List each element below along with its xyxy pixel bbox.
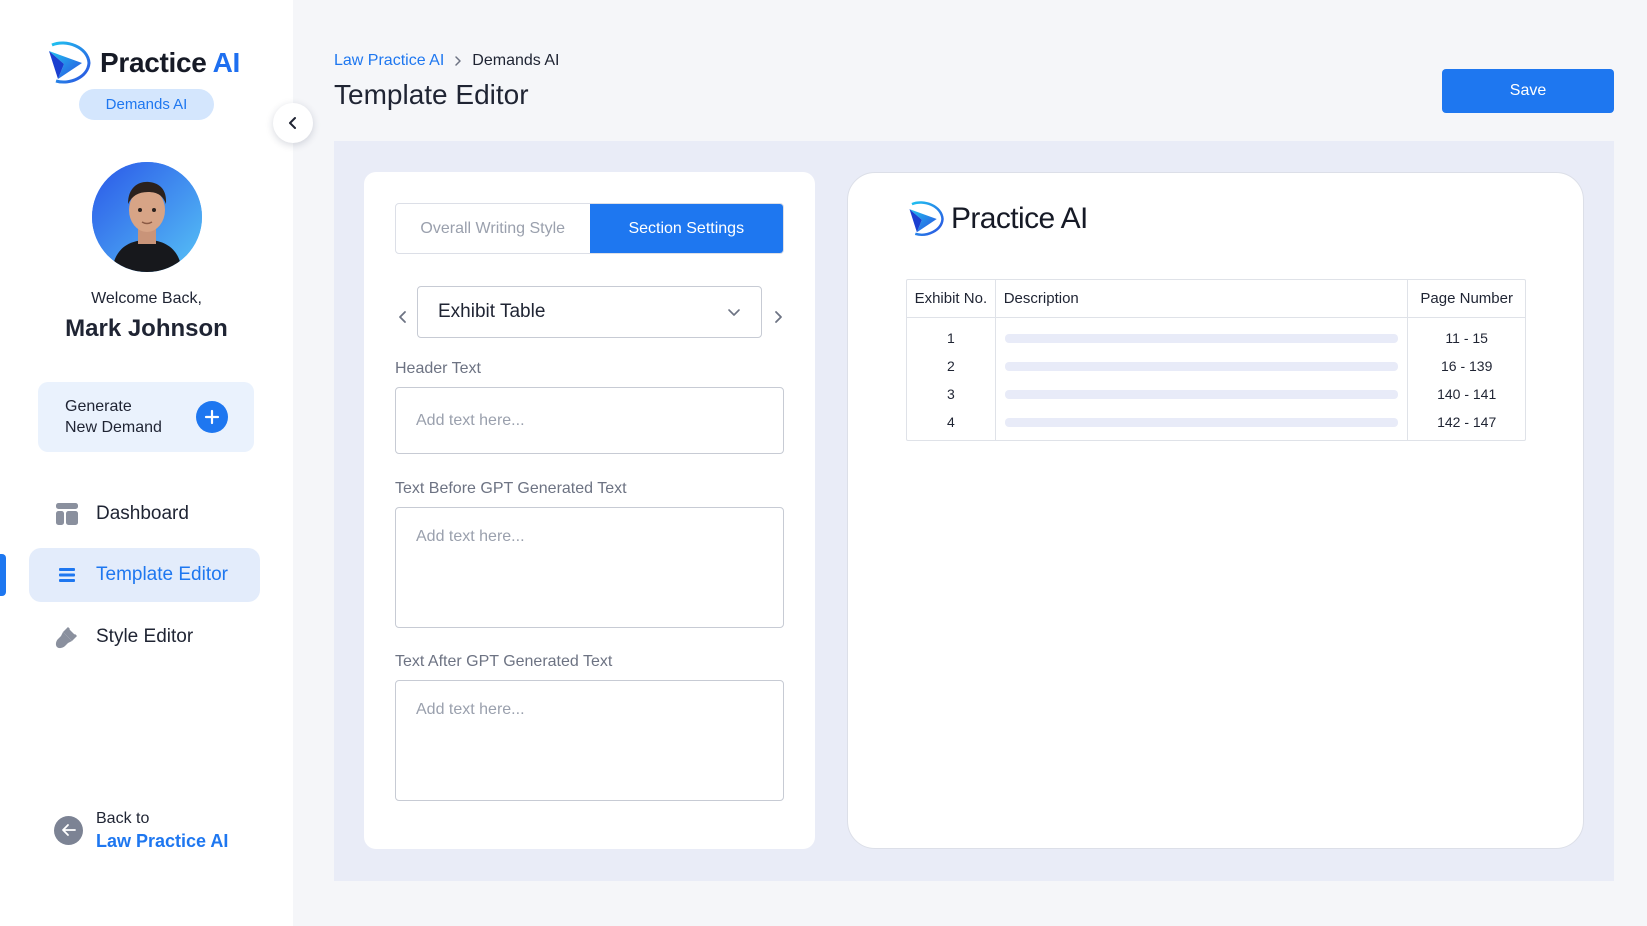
save-button[interactable]: Save xyxy=(1442,69,1614,113)
column-header-page-number: Page Number xyxy=(1420,290,1513,307)
column-header-exhibit-no: Exhibit No. xyxy=(907,280,996,317)
arrow-left-icon xyxy=(54,815,83,845)
sidebar-item-template-editor[interactable]: Template Editor xyxy=(29,548,260,602)
chevron-right-icon xyxy=(453,55,463,67)
exhibit-no-cell: 2 xyxy=(946,358,955,374)
list-icon xyxy=(54,562,80,588)
user-avatar xyxy=(92,162,202,272)
editor-workspace: Overall Writing Style Section Settings E… xyxy=(334,141,1614,881)
chevron-right-icon xyxy=(775,311,782,323)
table-body: 1 2 3 4 11 - 15 16 - 139 140 - 141 142 -… xyxy=(907,318,1525,440)
description-placeholder-bar xyxy=(1004,333,1399,343)
preview-logo: Practice AI xyxy=(907,200,1088,238)
sidebar-item-label: Style Editor xyxy=(96,626,194,647)
generate-label-line1: Generate xyxy=(65,398,132,415)
description-placeholder-bar xyxy=(1004,361,1399,371)
product-badge: Demands AI xyxy=(79,89,214,120)
exhibit-no-cell: 3 xyxy=(946,386,955,402)
previous-section-button[interactable] xyxy=(392,306,414,328)
sidebar: Practice AI Demands AI Welcome Back, Mark… xyxy=(0,0,293,926)
sidebar-item-dashboard[interactable]: Dashboard xyxy=(29,487,260,541)
breadcrumb: Law Practice AI Demands AI xyxy=(334,52,559,70)
text-before-input[interactable] xyxy=(395,507,784,628)
description-placeholder-bar xyxy=(1004,389,1399,399)
back-to-law-practice-link[interactable]: Back to Law Practice AI xyxy=(54,808,228,852)
brand-accent: AI xyxy=(212,47,241,78)
practice-ai-logo-icon xyxy=(49,41,91,84)
text-after-input[interactable] xyxy=(395,680,784,801)
exhibit-no-cell: 4 xyxy=(946,414,955,430)
tab-overall-writing-style[interactable]: Overall Writing Style xyxy=(396,204,590,253)
page-title: Template Editor xyxy=(334,79,529,110)
breadcrumb-demands-ai: Demands AI xyxy=(472,52,560,69)
back-label: Back to xyxy=(96,810,150,827)
brush-icon xyxy=(54,624,80,650)
generate-new-demand-button[interactable]: Generate New Demand xyxy=(38,382,254,452)
sidebar-item-label: Template Editor xyxy=(96,564,229,585)
sidebar-item-label: Dashboard xyxy=(96,503,189,524)
user-name: Mark Johnson xyxy=(65,315,228,342)
page-number-column: 11 - 15 16 - 139 140 - 141 142 - 147 xyxy=(1408,318,1525,440)
sidebar-item-style-editor[interactable]: Style Editor xyxy=(29,610,260,664)
next-section-button[interactable] xyxy=(767,306,789,328)
page-number-cell: 142 - 147 xyxy=(1437,414,1497,430)
section-select-value: Exhibit Table xyxy=(438,301,546,322)
exhibit-no-column: 1 2 3 4 xyxy=(907,318,996,440)
header-text-label: Header Text xyxy=(395,360,481,377)
description-placeholder-bar xyxy=(1004,417,1399,427)
section-settings-panel: Overall Writing Style Section Settings E… xyxy=(364,172,815,849)
collapse-sidebar-button[interactable] xyxy=(273,103,313,143)
tab-section-settings[interactable]: Section Settings xyxy=(589,204,783,253)
text-after-label: Text After GPT Generated Text xyxy=(395,653,613,670)
editor-tabs: Overall Writing Style Section Settings xyxy=(395,203,784,254)
chevron-left-icon xyxy=(399,311,406,323)
description-column xyxy=(996,318,1409,440)
document-preview: Practice AI Exhibit No. Description Page… xyxy=(847,172,1584,849)
exhibit-no-cell: 1 xyxy=(946,330,955,346)
column-header-description: Description xyxy=(996,280,1409,317)
breadcrumb-law-practice-ai[interactable]: Law Practice AI xyxy=(334,52,444,70)
chevron-down-icon xyxy=(728,309,740,316)
page-number-cell: 16 - 139 xyxy=(1441,358,1493,374)
exhibit-table: Exhibit No. Description Page Number 1 2 … xyxy=(906,279,1526,441)
person-icon xyxy=(92,162,202,272)
back-target: Law Practice AI xyxy=(96,831,229,851)
table-header: Exhibit No. Description Page Number xyxy=(907,280,1525,318)
practice-ai-logo-icon xyxy=(909,201,944,236)
active-nav-indicator xyxy=(0,554,6,596)
section-select[interactable]: Exhibit Table xyxy=(417,286,762,338)
page-number-cell: 140 - 141 xyxy=(1437,386,1497,402)
page-number-cell: 11 - 15 xyxy=(1445,330,1488,346)
welcome-text: Welcome Back, xyxy=(91,290,202,307)
dashboard-icon xyxy=(54,501,80,527)
app-logo[interactable]: Practice AI xyxy=(46,41,240,85)
brand-word: Practice xyxy=(100,47,207,78)
chevron-left-icon xyxy=(289,117,296,129)
text-before-label: Text Before GPT Generated Text xyxy=(395,480,627,497)
preview-logo-text: Practice AI xyxy=(951,202,1088,235)
plus-icon xyxy=(196,401,228,433)
header-text-input[interactable] xyxy=(395,387,784,454)
generate-label-line2: New Demand xyxy=(65,419,162,436)
